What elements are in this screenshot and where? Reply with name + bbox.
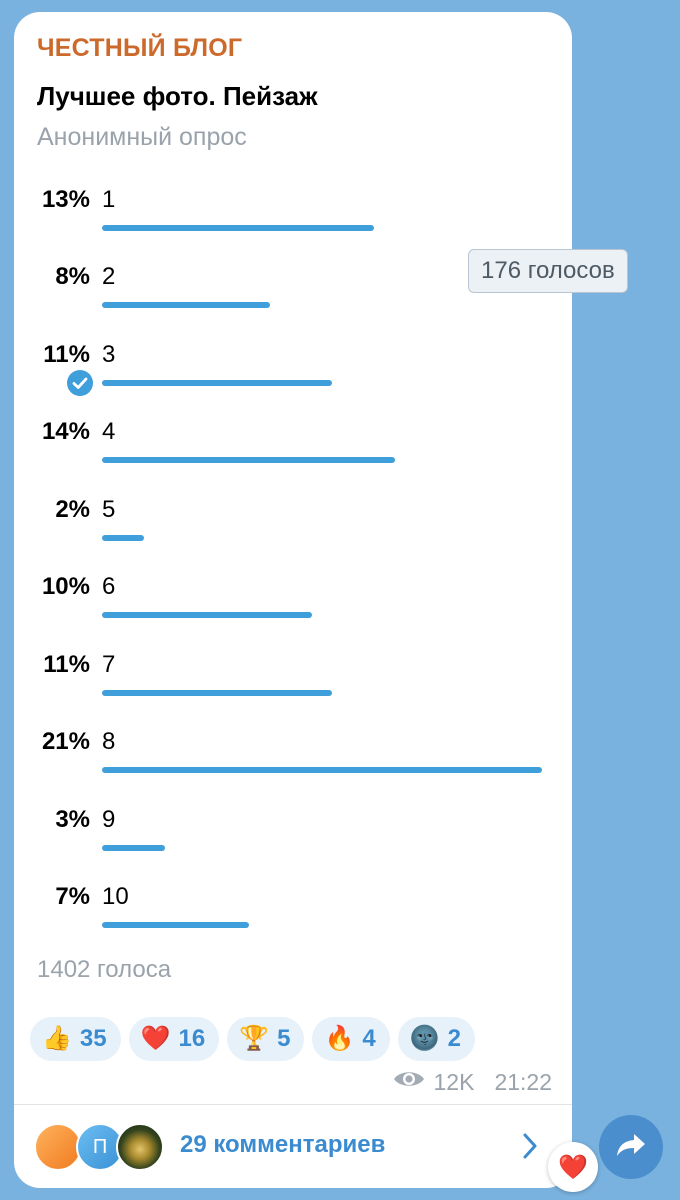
- option-bar: [102, 535, 144, 541]
- option-label: 7: [102, 651, 116, 678]
- message-meta: 12K 21:22: [392, 1068, 552, 1096]
- option-label: 9: [102, 806, 116, 833]
- option-percent: 13%: [41, 186, 90, 213]
- reaction-count: 16: [178, 1025, 206, 1052]
- option-bar: [102, 612, 312, 618]
- poll-option[interactable]: 11% 7: [14, 651, 572, 721]
- share-icon: [614, 1131, 648, 1164]
- poll-option[interactable]: 2% 5: [14, 496, 572, 566]
- poll-type-label: Анонимный опрос: [37, 123, 247, 151]
- poll-option[interactable]: 10% 6: [14, 573, 572, 643]
- heart-icon: ❤️: [140, 1025, 171, 1052]
- eye-icon: [392, 1068, 426, 1096]
- poll-option[interactable]: 13% 1: [14, 186, 572, 256]
- option-bar: [102, 457, 395, 463]
- view-count: 12K: [433, 1068, 475, 1095]
- avatar: [34, 1123, 82, 1171]
- check-icon: [67, 370, 93, 396]
- reaction-count: 5: [277, 1025, 291, 1052]
- thumbs-up-icon: 👍: [42, 1025, 72, 1052]
- option-percent: 7%: [55, 883, 90, 910]
- option-percent: 10%: [41, 573, 90, 600]
- new-moon-face-icon: 🌚: [409, 1025, 440, 1052]
- reaction-thumbs-up[interactable]: 👍 35: [30, 1017, 121, 1061]
- reaction-fire[interactable]: 🔥 4: [312, 1017, 390, 1061]
- option-bar: [102, 225, 374, 231]
- poll-question: Лучшее фото. Пейзаж: [37, 81, 318, 111]
- option-percent: 3%: [55, 806, 90, 833]
- option-percent: 11%: [43, 341, 90, 368]
- option-label: 6: [102, 573, 116, 600]
- option-label: 10: [102, 883, 129, 910]
- poll-option[interactable]: 7% 10: [14, 883, 572, 953]
- reaction-trophy[interactable]: 🏆 5: [227, 1017, 305, 1061]
- option-label: 2: [102, 263, 116, 290]
- option-bar: [102, 690, 332, 696]
- avatar: [116, 1123, 164, 1171]
- option-percent: 21%: [41, 728, 90, 755]
- option-percent: 8%: [55, 263, 90, 290]
- reaction-count: 4: [362, 1025, 376, 1052]
- heart-reaction-badge[interactable]: ❤️: [548, 1142, 598, 1192]
- option-bar: [102, 302, 270, 308]
- channel-name[interactable]: ЧЕСТНЫЙ БЛОГ: [37, 34, 242, 63]
- option-bar: [102, 845, 165, 851]
- option-percent: 14%: [41, 418, 90, 445]
- comments-button[interactable]: П 29 комментариев: [14, 1105, 572, 1188]
- poll-option[interactable]: 21% 8: [14, 728, 572, 798]
- option-label: 5: [102, 496, 116, 523]
- fire-icon: 🔥: [324, 1025, 355, 1052]
- message-bubble: ЧЕСТНЫЙ БЛОГ Лучшее фото. Пейзаж Анонимн…: [14, 12, 572, 1188]
- option-label: 3: [102, 341, 116, 368]
- reaction-heart[interactable]: ❤️ 16: [128, 1017, 220, 1061]
- comments-label: 29 комментариев: [180, 1131, 386, 1158]
- option-bar: [102, 380, 332, 386]
- option-percent: 2%: [55, 496, 90, 523]
- option-bar: [102, 922, 249, 928]
- poll-option[interactable]: 14% 4: [14, 418, 572, 488]
- poll-option[interactable]: 3% 9: [14, 806, 572, 876]
- poll-option[interactable]: 11% 3: [14, 341, 572, 411]
- trophy-icon: 🏆: [239, 1025, 270, 1052]
- reaction-new-moon[interactable]: 🌚 2: [397, 1017, 475, 1061]
- reaction-count: 35: [79, 1025, 107, 1052]
- message-time: 21:22: [494, 1068, 552, 1095]
- option-label: 8: [102, 728, 116, 755]
- option-label: 1: [102, 186, 116, 213]
- share-button[interactable]: [599, 1115, 663, 1179]
- votes-tooltip: 176 голосов: [468, 249, 628, 293]
- chevron-right-icon: [522, 1132, 538, 1165]
- reaction-count: 2: [447, 1025, 461, 1052]
- option-bar: [102, 767, 542, 773]
- total-votes: 1402 голоса: [37, 956, 172, 983]
- option-label: 4: [102, 418, 116, 445]
- reactions-bar: 👍 35 ❤️ 16 🏆 5 🔥 4 🌚 2: [30, 1017, 475, 1061]
- option-percent: 11%: [43, 651, 90, 678]
